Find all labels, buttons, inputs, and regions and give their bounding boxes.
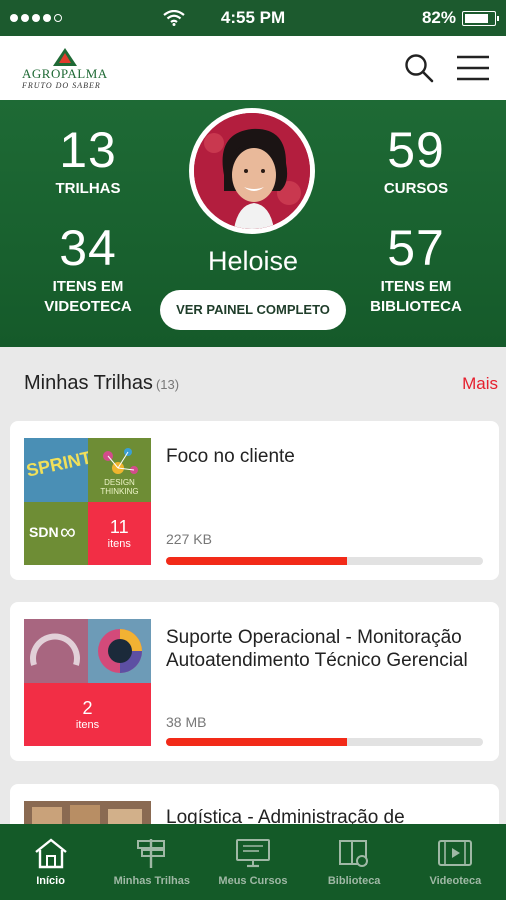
profile-summary: 13 TRILHAS 59 CURSOS 34 ITENS EM VIDEOTE… xyxy=(0,100,506,347)
nav-label: Meus Cursos xyxy=(218,875,288,887)
agropalma-logo[interactable]: AGROPALMA FRUTO DO SABER xyxy=(22,47,108,90)
status-bar: 4:55 PM 82% xyxy=(0,0,506,36)
battery-icon xyxy=(462,10,499,26)
wifi-icon xyxy=(163,10,185,26)
trail-progress-bar xyxy=(166,557,483,565)
logo-mark-icon xyxy=(53,47,77,66)
thumb-gauge-icon xyxy=(30,633,80,666)
nav-videoteca[interactable]: Videoteca xyxy=(405,837,505,887)
nav-label: Biblioteca xyxy=(327,875,381,887)
search-icon[interactable] xyxy=(404,53,434,83)
logo-name: AGROPALMA xyxy=(22,65,108,81)
nav-inicio[interactable]: Início xyxy=(1,837,101,887)
items-count: 2 xyxy=(82,698,93,719)
more-link[interactable]: Mais xyxy=(462,374,498,394)
stat-videoteca-label-2: VIDEOTECA xyxy=(44,298,132,315)
view-full-panel-button[interactable]: VER PAINEL COMPLETO xyxy=(160,290,346,330)
infinity-icon: ∞ xyxy=(60,518,76,544)
section-count: (13) xyxy=(155,377,180,392)
avatar[interactable] xyxy=(189,108,315,234)
trail-title: Suporte Operacional - Monitoração Autoat… xyxy=(166,627,468,671)
avatar-photo xyxy=(194,113,310,229)
thumb-text-sdn: SDN xyxy=(29,523,59,540)
stat-videoteca-value: 34 xyxy=(59,220,117,276)
book-icon xyxy=(339,840,369,867)
stat-cursos-value: 59 xyxy=(387,122,445,178)
stat-videoteca[interactable]: 34 ITENS EM VIDEOTECA xyxy=(13,223,163,317)
items-count: 11 xyxy=(109,517,129,538)
film-icon xyxy=(438,840,473,866)
section-title: Minhas Trilhas xyxy=(24,372,153,394)
thumb-donut-icon xyxy=(97,629,142,673)
trail-size: 38 MB xyxy=(166,714,207,730)
nav-label: Minhas Trilhas xyxy=(113,875,190,887)
trail-thumbnail: SPRINT DESIGN THINKING SDN ∞ 11 itens xyxy=(24,438,151,565)
stat-trilhas[interactable]: 13 TRILHAS xyxy=(13,125,163,199)
signpost-icon xyxy=(136,839,165,868)
stat-cursos-label: CURSOS xyxy=(383,180,449,197)
thumb-text-sprint: SPRINT xyxy=(24,447,88,481)
trail-progress-bar xyxy=(166,738,483,746)
user-name: Heloise xyxy=(207,246,299,276)
trail-size: 227 KB xyxy=(166,531,212,547)
items-label: itens xyxy=(75,719,100,732)
battery-percent: 82% xyxy=(421,8,456,27)
stat-trilhas-label: TRILHAS xyxy=(55,180,121,197)
trail-title: Foco no cliente xyxy=(166,446,295,467)
stat-videoteca-label-1: ITENS EM xyxy=(52,278,124,295)
nav-label: Videoteca xyxy=(429,875,482,887)
stat-biblioteca-value: 57 xyxy=(387,220,445,276)
nav-biblioteca[interactable]: Biblioteca xyxy=(304,837,404,887)
monitor-icon xyxy=(235,839,270,868)
items-label: itens xyxy=(107,538,131,551)
trail-card[interactable]: SPRINT DESIGN THINKING SDN ∞ 11 itens Fo… xyxy=(10,421,499,580)
hamburger-menu-icon[interactable] xyxy=(456,55,490,81)
nav-meus-cursos[interactable]: Meus Cursos xyxy=(203,837,303,887)
trail-thumbnail: 2 itens xyxy=(24,619,151,746)
items-count-badge: 2 itens xyxy=(24,682,151,746)
stat-biblioteca-label-1: ITENS EM xyxy=(380,278,452,295)
home-icon xyxy=(34,838,67,869)
cell-signal-icon xyxy=(10,10,185,26)
logo-tagline: FRUTO DO SABER xyxy=(22,80,101,90)
stat-cursos[interactable]: 59 CURSOS xyxy=(341,125,491,199)
my-trails-header: Minhas Trilhas (13) Mais xyxy=(24,372,498,395)
thumb-text-design: DESIGN THINKING xyxy=(100,478,139,496)
stat-trilhas-value: 13 xyxy=(59,122,117,178)
nav-label: Início xyxy=(36,875,65,887)
stat-biblioteca-label-2: BIBLIOTECA xyxy=(370,298,462,315)
items-count-badge: 11 itens xyxy=(87,501,151,565)
bottom-navigation: Início Minhas Trilhas Meus Cursos Biblio… xyxy=(0,824,506,900)
nav-minhas-trilhas[interactable]: Minhas Trilhas xyxy=(102,837,202,887)
app-header: AGROPALMA FRUTO DO SABER xyxy=(0,36,506,100)
trail-card[interactable]: 2 itens Suporte Operacional - Monitoraçã… xyxy=(10,602,499,761)
stat-biblioteca[interactable]: 57 ITENS EM BIBLIOTECA xyxy=(341,223,491,317)
